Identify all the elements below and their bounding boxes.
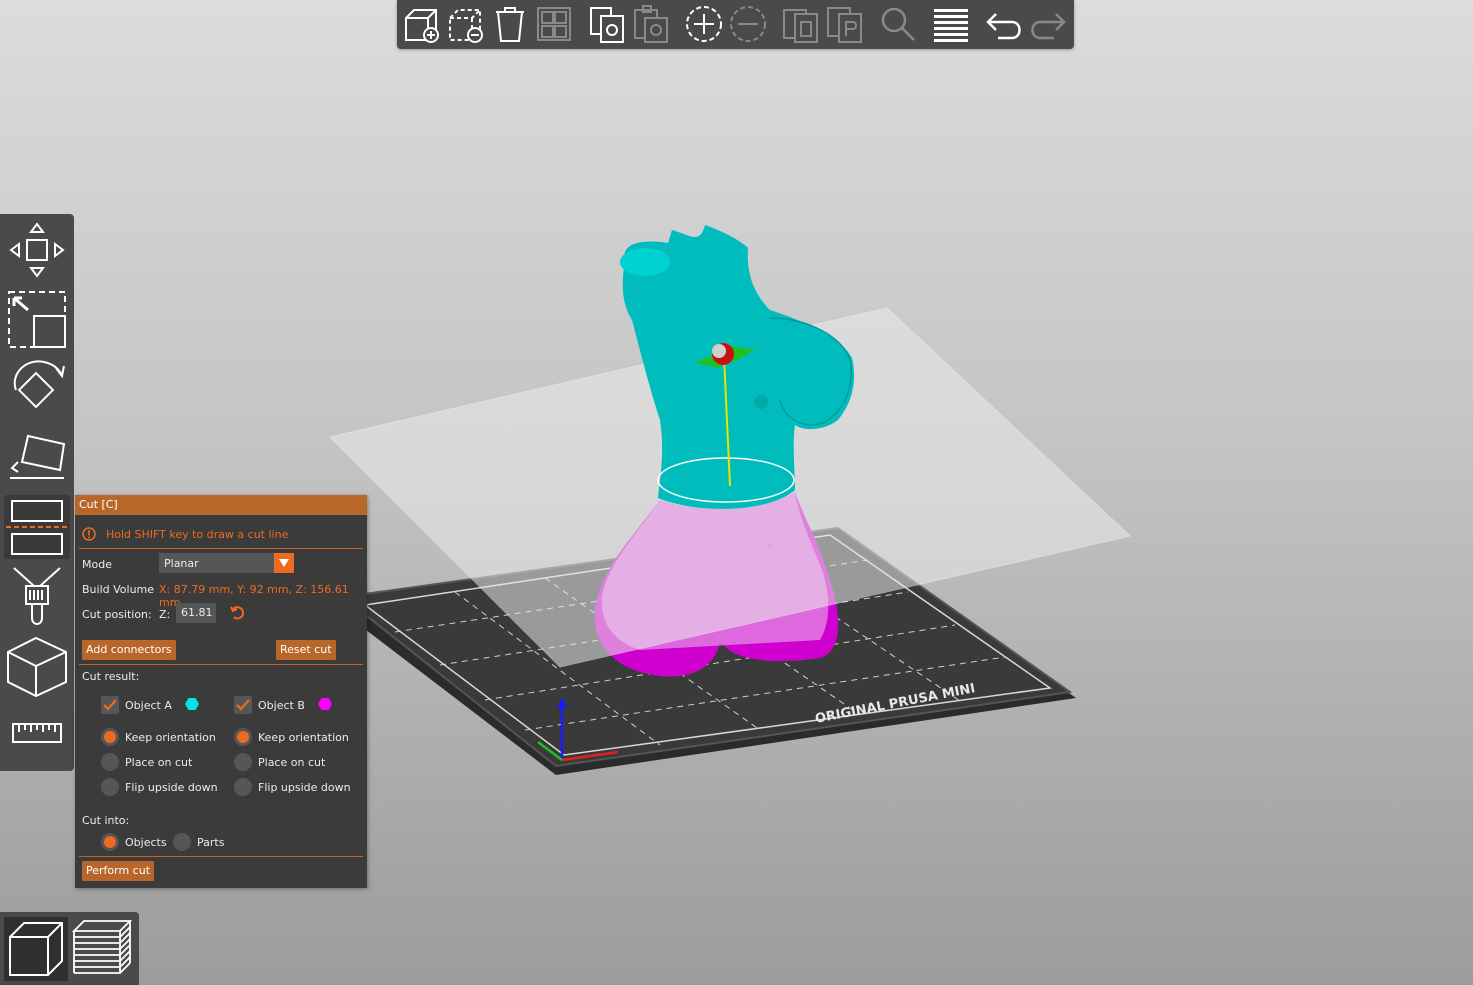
- ruler-icon: [12, 723, 62, 743]
- object-b-flip-radio[interactable]: [234, 778, 252, 796]
- object-b-checkbox[interactable]: [234, 696, 252, 714]
- separator: [79, 548, 363, 549]
- undo-icon: [986, 13, 1021, 40]
- object-a-place-on-cut-radio[interactable]: [101, 753, 119, 771]
- measure-tool-button[interactable]: [4, 702, 70, 766]
- mode-select-value: Planar: [164, 556, 199, 570]
- perform-cut-button[interactable]: Perform cut: [82, 861, 155, 881]
- cut-hint-text: Hold SHIFT key to draw a cut line: [106, 527, 289, 541]
- add-object-icon: [405, 9, 439, 43]
- object-b-flip-label: Flip upside down: [258, 781, 351, 794]
- object-a-keep-orientation-label: Keep orientation: [125, 731, 216, 744]
- 3d-view-button[interactable]: [4, 917, 68, 981]
- paste-icon: [634, 5, 668, 43]
- delete-object-button[interactable]: [446, 4, 486, 44]
- object-a-flip-label: Flip upside down: [125, 781, 218, 794]
- add-object-button[interactable]: [402, 4, 442, 44]
- gizmo-toolbar: [0, 214, 74, 771]
- checkmark-icon: [236, 699, 250, 711]
- paste-button[interactable]: [631, 4, 671, 44]
- cut-into-label: Cut into:: [82, 814, 130, 827]
- paint-supports-tool-button[interactable]: [4, 564, 70, 628]
- object-a-checkbox[interactable]: [101, 696, 119, 714]
- move-tool-button[interactable]: [4, 218, 70, 282]
- layers-editing-button[interactable]: [931, 4, 971, 44]
- plus-circle-icon: [686, 6, 722, 42]
- arrange-button[interactable]: [534, 4, 574, 44]
- object-a-place-on-cut-label: Place on cut: [125, 756, 193, 769]
- split-parts-button[interactable]: [825, 4, 865, 44]
- arrange-icon: [537, 7, 571, 41]
- cut-position-label: Cut position:: [82, 608, 152, 621]
- checkmark-icon: [103, 699, 117, 711]
- object-b-label: Object B: [258, 699, 305, 712]
- cut-hint: Hold SHIFT key to draw a cut line: [82, 527, 288, 541]
- separator: [79, 856, 363, 857]
- add-connectors-button[interactable]: Add connectors: [82, 640, 176, 660]
- paint-brush-icon: [13, 567, 61, 625]
- object-b-color-icon: [318, 698, 332, 710]
- cut-into-parts-label: Parts: [197, 836, 225, 849]
- cut-into-parts-radio[interactable]: [173, 833, 191, 851]
- cut-result-label: Cut result:: [82, 670, 140, 683]
- scale-tool-button[interactable]: [4, 286, 70, 350]
- cut-tool-button[interactable]: [4, 495, 70, 559]
- scale-icon: [8, 291, 66, 348]
- z-label: Z:: [159, 608, 171, 621]
- split-parts-icon: [827, 7, 862, 43]
- place-on-face-tool-button[interactable]: [4, 422, 70, 486]
- object-a-flip-radio[interactable]: [101, 778, 119, 796]
- search-icon: [881, 7, 915, 41]
- trash-icon: [496, 7, 524, 42]
- cut-panel-title: Cut [C]: [75, 495, 367, 515]
- cut-into-objects-radio[interactable]: [101, 833, 119, 851]
- object-b-place-on-cut-radio[interactable]: [234, 753, 252, 771]
- cut-into-objects-label: Objects: [125, 836, 167, 849]
- object-a-color-icon: [185, 698, 199, 710]
- split-objects-button[interactable]: [781, 4, 821, 44]
- preview-button[interactable]: [70, 917, 134, 981]
- reset-cut-button[interactable]: Reset cut: [276, 640, 336, 660]
- search-button[interactable]: [878, 4, 918, 44]
- mode-label: Mode: [82, 558, 112, 571]
- layers-icon: [934, 9, 968, 42]
- build-volume-label: Build Volume: [82, 583, 155, 596]
- chevron-down-icon[interactable]: [274, 553, 294, 573]
- view-toolbar: [0, 912, 139, 985]
- move-icon: [9, 222, 65, 278]
- object-a-label: Object A: [125, 699, 172, 712]
- rotate-tool-button[interactable]: [4, 354, 70, 418]
- seam-painting-tool-button[interactable]: [4, 634, 70, 698]
- top-toolbar: [397, 0, 1074, 49]
- redo-button[interactable]: [1028, 4, 1068, 44]
- add-instance-button[interactable]: [684, 4, 724, 44]
- cut-panel: Cut [C] Hold SHIFT key to draw a cut lin…: [75, 495, 367, 888]
- copy-button[interactable]: [587, 4, 627, 44]
- info-icon: [82, 527, 96, 541]
- reset-arrow-icon[interactable]: [229, 605, 245, 621]
- object-a-keep-orientation-radio[interactable]: [101, 728, 119, 746]
- place-on-face-icon: [10, 434, 66, 479]
- z-position-input[interactable]: 61.81: [176, 603, 216, 623]
- layers-preview-icon: [71, 920, 133, 974]
- cube-view-icon: [9, 922, 63, 976]
- mode-select[interactable]: Planar: [159, 553, 294, 573]
- object-b-keep-orientation-label: Keep orientation: [258, 731, 349, 744]
- delete-all-button[interactable]: [490, 4, 530, 44]
- delete-object-icon: [449, 9, 483, 43]
- redo-icon: [1031, 13, 1066, 40]
- undo-button[interactable]: [984, 4, 1024, 44]
- cube-icon: [7, 636, 67, 698]
- split-objects-icon: [783, 9, 818, 43]
- separator: [79, 664, 363, 665]
- copy-icon: [590, 7, 624, 43]
- minus-circle-icon: [730, 6, 766, 42]
- object-b-keep-orientation-radio[interactable]: [234, 728, 252, 746]
- cut-icon: [6, 500, 68, 555]
- object-b-place-on-cut-label: Place on cut: [258, 756, 326, 769]
- rotate-icon: [13, 360, 65, 409]
- remove-instance-button[interactable]: [728, 4, 768, 44]
